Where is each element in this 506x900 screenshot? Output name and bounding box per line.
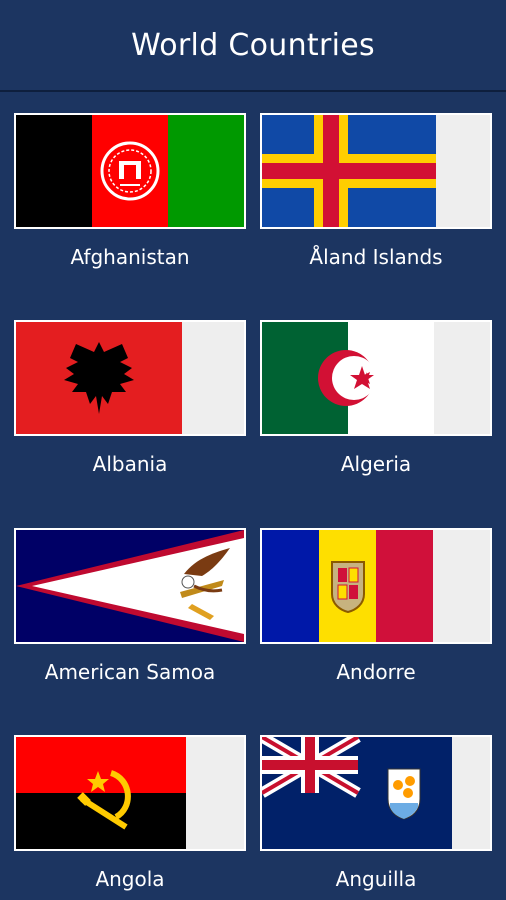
country-name: Algeria [340, 452, 412, 476]
country-card-angola[interactable]: Angola [14, 735, 246, 895]
country-name: Albania [92, 452, 168, 476]
country-card-anguilla[interactable]: Anguilla [260, 735, 492, 895]
andorra-flag-icon [260, 528, 492, 644]
country-card-afghanistan[interactable]: Afghanistan [14, 113, 246, 273]
country-name: Afghanistan [70, 245, 190, 269]
country-card-american-samoa[interactable]: American Samoa [14, 528, 246, 688]
anguilla-flag-icon [260, 735, 492, 851]
country-card-aland-islands[interactable]: Åland Islands [260, 113, 492, 273]
albania-flag-icon [14, 320, 246, 436]
algeria-flag-icon [260, 320, 492, 436]
app-header: World Countries [0, 0, 506, 92]
country-name: Andorre [336, 660, 416, 684]
country-card-albania[interactable]: Albania [14, 320, 246, 480]
american-samoa-flag-icon [14, 528, 246, 644]
afghanistan-flag-icon [14, 113, 246, 229]
angola-flag-icon [14, 735, 246, 851]
country-name: Anguilla [335, 867, 417, 891]
country-card-algeria[interactable]: Algeria [260, 320, 492, 480]
country-name: Angola [95, 867, 165, 891]
country-name: Åland Islands [309, 245, 443, 269]
aland-islands-flag-icon [260, 113, 492, 229]
country-card-andorra[interactable]: Andorre [260, 528, 492, 688]
country-name: American Samoa [44, 660, 216, 684]
page-title: World Countries [131, 27, 375, 63]
